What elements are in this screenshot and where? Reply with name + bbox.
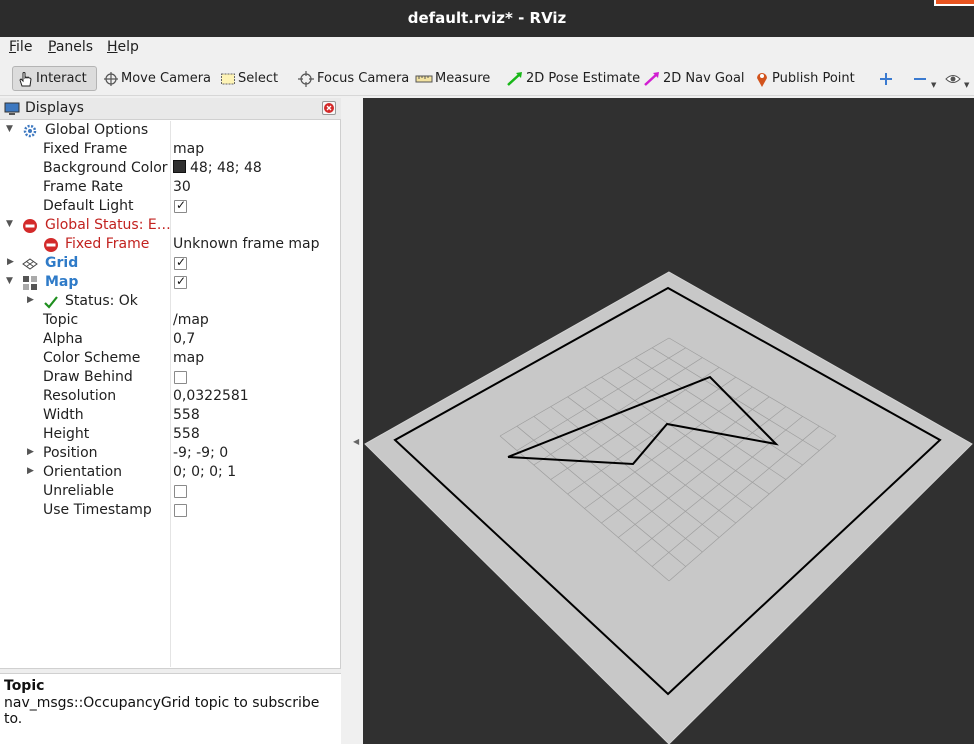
- tree-row-background-color[interactable]: Background Color 48; 48; 48: [0, 159, 341, 178]
- help-description: nav_msgs::OccupancyGrid topic to subscri…: [4, 695, 320, 727]
- expand-arrow-icon[interactable]: ▼: [6, 124, 13, 134]
- eye-icon: [945, 74, 961, 83]
- displays-tree: ▼ Global Options Fixed Frame map Backgro…: [0, 121, 341, 667]
- tree-row-alpha[interactable]: Alpha 0,7: [0, 330, 341, 349]
- tree-row-color-scheme[interactable]: Color Scheme map: [0, 349, 341, 368]
- tree-row-unreliable[interactable]: Unreliable: [0, 482, 341, 501]
- expand-arrow-icon[interactable]: ▼: [6, 276, 13, 286]
- displays-panel: Displays ▼ Global Options Fixed Frame ma…: [0, 98, 341, 744]
- window-title: default.rviz* - RViz: [407, 9, 567, 27]
- unreliable-checkbox[interactable]: [174, 485, 187, 498]
- displays-panel-header: Displays: [0, 98, 341, 120]
- menu-bar: File Panels Help: [0, 37, 974, 60]
- help-panel: Topic nav_msgs::OccupancyGrid topic to s…: [0, 674, 341, 744]
- menu-file[interactable]: File: [9, 39, 32, 55]
- focus-crosshair-icon: [298, 70, 314, 87]
- use-timestamp-checkbox[interactable]: [174, 504, 187, 517]
- map-floor: [364, 271, 973, 744]
- tree-row-resolution[interactable]: Resolution 0,0322581: [0, 387, 341, 406]
- collapsed-arrow-icon[interactable]: ▶: [27, 295, 34, 305]
- title-bar: default.rviz* - RViz: [0, 0, 974, 37]
- hand-pointer-icon: [19, 71, 32, 86]
- nav-goal-tool[interactable]: 2D Nav Goal: [640, 66, 748, 91]
- menu-help[interactable]: Help: [107, 39, 139, 55]
- tree-row-status-fixed-frame[interactable]: Fixed Frame Unknown frame map: [0, 235, 341, 254]
- focus-camera-tool[interactable]: Focus Camera: [294, 66, 412, 91]
- measure-tool[interactable]: Measure: [412, 66, 493, 91]
- tree-row-height[interactable]: Height 558: [0, 425, 341, 444]
- vertical-splitter[interactable]: ◀: [342, 98, 363, 744]
- interact-tool[interactable]: Interact: [12, 66, 97, 91]
- pose-estimate-tool[interactable]: 2D Pose Estimate: [503, 66, 643, 91]
- grid-icon: [22, 256, 38, 272]
- collapsed-arrow-icon[interactable]: ▶: [7, 257, 14, 267]
- collapse-arrow-icon[interactable]: ◀: [353, 437, 359, 446]
- color-swatch: [173, 160, 186, 173]
- publish-point-tool[interactable]: Publish Point: [751, 66, 858, 91]
- map-render: [364, 271, 973, 744]
- collapsed-arrow-icon[interactable]: ▶: [27, 447, 34, 457]
- map-icon: [22, 275, 38, 291]
- move-camera-icon: [104, 71, 118, 86]
- tree-row-use-timestamp[interactable]: Use Timestamp: [0, 501, 341, 520]
- move-camera-tool[interactable]: Move Camera: [100, 66, 214, 91]
- select-box-icon: [221, 73, 235, 84]
- ruler-icon: [415, 75, 433, 82]
- remove-tool-button[interactable]: ▼: [912, 66, 936, 91]
- close-icon: [324, 103, 334, 113]
- tree-row-draw-behind[interactable]: Draw Behind: [0, 368, 341, 387]
- tree-row-topic[interactable]: Topic /map: [0, 311, 341, 330]
- error-icon: [22, 218, 38, 234]
- window-close-corner[interactable]: [934, 0, 974, 6]
- render-viewport[interactable]: [363, 98, 974, 744]
- tree-row-default-light[interactable]: Default Light: [0, 197, 341, 216]
- green-arrow-icon: [507, 71, 522, 86]
- tree-row-fixed-frame[interactable]: Fixed Frame map: [0, 140, 341, 159]
- error-icon: [43, 237, 59, 253]
- default-light-checkbox[interactable]: [174, 198, 187, 213]
- draw-behind-checkbox[interactable]: [174, 371, 187, 384]
- chevron-down-icon: ▼: [931, 80, 937, 89]
- collapsed-arrow-icon[interactable]: ▶: [27, 466, 34, 476]
- tree-row-map[interactable]: ▼ Map: [0, 273, 341, 292]
- background-color-value[interactable]: 48; 48; 48: [173, 160, 262, 176]
- monitor-icon: [4, 102, 20, 115]
- tree-row-global-status[interactable]: ▼ Global Status: E…: [0, 216, 341, 235]
- tree-row-map-status[interactable]: ▶ Status: Ok: [0, 292, 341, 311]
- grid-checkbox[interactable]: [174, 255, 187, 270]
- tree-row-frame-rate[interactable]: Frame Rate 30: [0, 178, 341, 197]
- tree-row-orientation[interactable]: ▶ Orientation 0; 0; 0; 1: [0, 463, 341, 482]
- menu-panels[interactable]: Panels: [48, 39, 93, 55]
- map-pin-icon: [757, 72, 767, 87]
- expand-arrow-icon[interactable]: ▼: [6, 219, 13, 229]
- displays-panel-title: Displays: [25, 100, 84, 116]
- map-checkbox[interactable]: [174, 274, 187, 289]
- add-tool-button[interactable]: [878, 66, 896, 91]
- plus-icon: [880, 72, 892, 85]
- help-title: Topic: [4, 678, 45, 694]
- close-panel-button[interactable]: [322, 101, 336, 115]
- tree-row-grid[interactable]: ▶ Grid: [0, 254, 341, 273]
- select-tool[interactable]: Select: [217, 66, 281, 91]
- check-icon: [43, 294, 59, 310]
- view-tool-button[interactable]: ▼: [945, 66, 969, 91]
- tree-row-position[interactable]: ▶ Position -9; -9; 0: [0, 444, 341, 463]
- minus-icon: [914, 77, 926, 80]
- magenta-arrow-icon: [644, 71, 659, 86]
- tool-bar: Interact Move Camera Select Focus Camera…: [0, 60, 974, 96]
- tree-row-global-options[interactable]: ▼ Global Options: [0, 121, 341, 140]
- tree-row-width[interactable]: Width 558: [0, 406, 341, 425]
- chevron-down-icon: ▼: [964, 80, 970, 89]
- gear-icon: [22, 123, 38, 139]
